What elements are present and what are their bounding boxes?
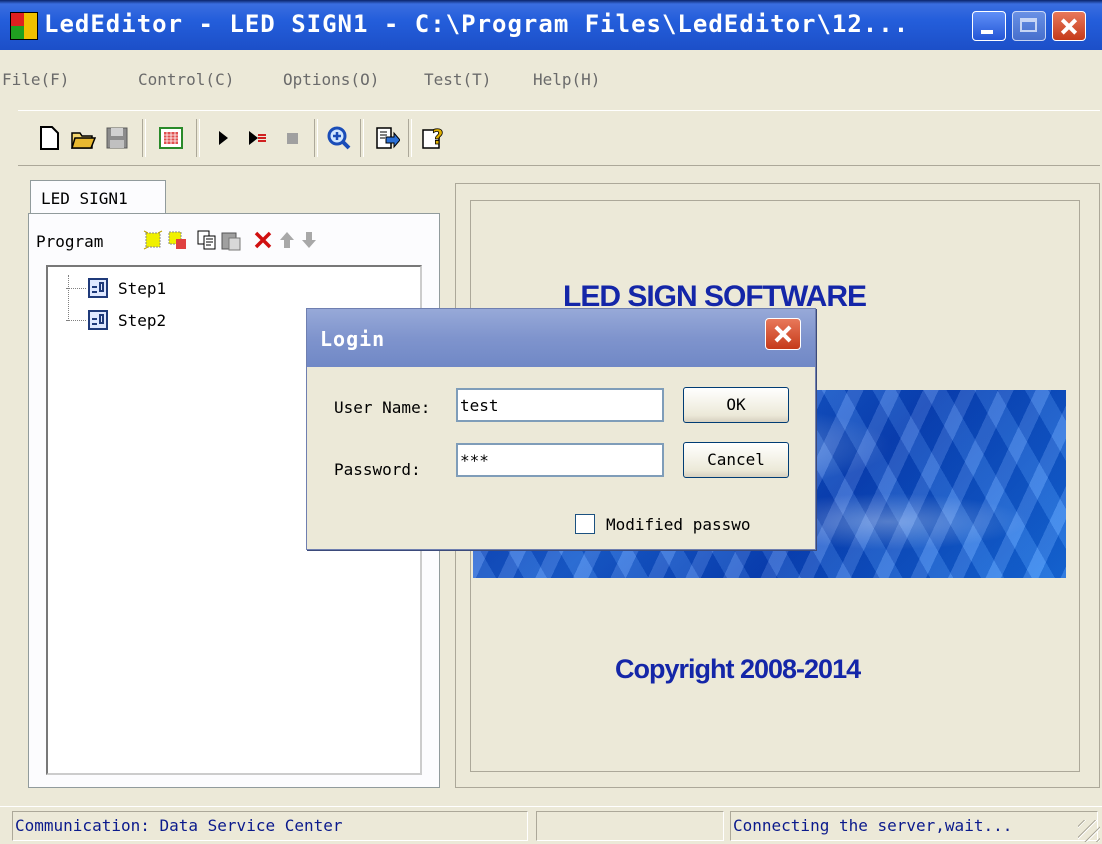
move-down-icon[interactable] xyxy=(298,229,320,251)
paste-icon[interactable] xyxy=(220,229,242,251)
move-up-icon[interactable] xyxy=(276,229,298,251)
ok-button[interactable]: OK xyxy=(683,387,789,423)
menu-control[interactable]: Control(C) xyxy=(138,70,234,89)
status-connection: Connecting the server,wait... xyxy=(730,811,1098,841)
menu-test[interactable]: Test(T) xyxy=(424,70,491,89)
copy-icon[interactable] xyxy=(196,229,218,251)
password-input[interactable]: *** xyxy=(456,443,664,477)
title-bar[interactable]: LedEditor - LED SIGN1 - C:\Program Files… xyxy=(0,0,1102,50)
step-node-icon xyxy=(88,310,108,330)
menu-file[interactable]: File(F) xyxy=(2,70,69,89)
new-document-icon[interactable] xyxy=(36,125,62,151)
open-folder-icon[interactable] xyxy=(70,125,96,151)
modify-password-label: Modified passwo xyxy=(606,515,751,534)
close-button[interactable] xyxy=(1052,11,1086,41)
play-icon[interactable] xyxy=(210,125,236,151)
toolbar: ? xyxy=(18,110,1100,166)
window-title: LedEditor - LED SIGN1 - C:\Program Files… xyxy=(44,10,910,38)
svg-text:?: ? xyxy=(432,125,444,149)
tree-item-step2[interactable]: Step2 xyxy=(66,307,166,333)
export-icon[interactable] xyxy=(374,125,400,151)
led-app-icon xyxy=(10,12,38,40)
menu-help[interactable]: Help(H) xyxy=(533,70,600,89)
resize-grip[interactable] xyxy=(1078,820,1100,842)
help-icon[interactable]: ? xyxy=(420,125,446,151)
minimize-button[interactable] xyxy=(972,11,1006,41)
copyright-text: Copyright 2008-2014 xyxy=(615,654,861,684)
dialog-title: Login xyxy=(320,327,386,351)
cancel-button[interactable]: Cancel xyxy=(683,442,789,478)
menu-options[interactable]: Options(O) xyxy=(283,70,379,89)
led-grid-icon[interactable] xyxy=(158,125,184,151)
tab-led-sign1[interactable]: LED SIGN1 xyxy=(30,180,166,214)
play-step-icon[interactable] xyxy=(244,125,270,151)
delete-icon[interactable] xyxy=(252,229,274,251)
tree-item-label: Step2 xyxy=(118,310,167,330)
status-middle xyxy=(536,811,724,841)
maximize-button[interactable] xyxy=(1012,11,1046,41)
stop-icon[interactable] xyxy=(280,125,306,151)
password-label: Password: xyxy=(334,460,421,479)
dialog-close-button[interactable] xyxy=(765,318,801,350)
step-node-icon xyxy=(88,278,108,298)
modify-password-checkbox[interactable] xyxy=(575,514,595,534)
login-dialog: Login xyxy=(306,308,816,550)
zoom-icon[interactable] xyxy=(326,125,352,151)
tree-item-label: Step1 xyxy=(118,278,167,298)
dialog-title-bar[interactable]: Login xyxy=(307,309,815,367)
username-input[interactable]: test xyxy=(456,388,664,422)
status-bar: Communication: Data Service Center Conne… xyxy=(0,806,1102,844)
save-icon[interactable] xyxy=(104,125,130,151)
status-communication: Communication: Data Service Center xyxy=(12,811,528,841)
tree-item-step1[interactable]: Step1 xyxy=(66,275,166,301)
add-program-icon[interactable] xyxy=(142,229,164,251)
add-area-icon[interactable] xyxy=(166,229,188,251)
username-label: User Name: xyxy=(334,398,431,417)
program-label: Program xyxy=(36,232,104,251)
